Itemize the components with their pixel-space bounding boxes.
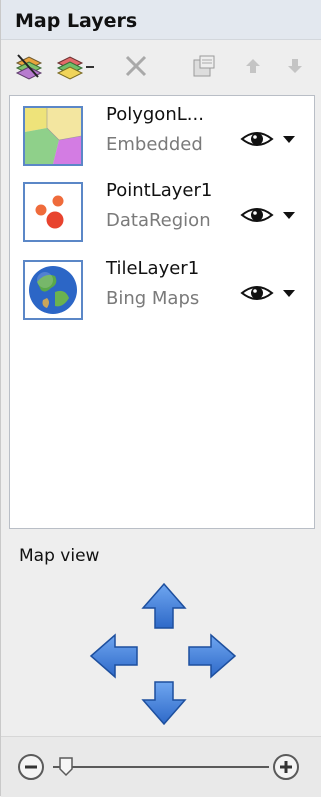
pan-right-arrow-icon[interactable] <box>188 633 237 679</box>
chevron-down-icon[interactable] <box>282 210 296 220</box>
eye-icon[interactable] <box>240 204 274 226</box>
layer-name: PolygonL... <box>106 104 204 125</box>
pan-up-arrow-icon[interactable] <box>141 582 187 629</box>
move-down-icon <box>288 59 302 73</box>
zoom-in-icon[interactable] <box>273 754 299 780</box>
chevron-down-icon[interactable] <box>282 134 296 144</box>
layers-toolbar <box>1 40 321 90</box>
eye-icon[interactable] <box>240 282 274 304</box>
zoom-slider-thumb[interactable] <box>59 757 73 777</box>
pan-controls <box>89 582 237 726</box>
pan-down-arrow-icon[interactable] <box>141 681 187 726</box>
layer-properties-icon <box>193 55 215 77</box>
layer-source: Embedded <box>106 134 203 155</box>
pan-left-arrow-icon[interactable] <box>89 633 138 679</box>
layer-item[interactable]: TileLayer1 Bing Maps <box>10 250 314 328</box>
tile-layer-thumbnail <box>23 260 83 320</box>
map-layers-panel: Map Layers PolygonL... Embedded PointLay… <box>0 0 321 797</box>
layer-source: Bing Maps <box>106 288 200 309</box>
zoom-bar <box>1 736 321 797</box>
layer-item[interactable]: PolygonL... Embedded <box>10 96 314 174</box>
layer-source: DataRegion <box>106 210 211 231</box>
zoom-out-icon[interactable] <box>18 754 44 780</box>
layers-list: PolygonL... Embedded PointLayer1 DataReg… <box>9 95 315 529</box>
layer-name: PointLayer1 <box>106 180 213 201</box>
panel-title: Map Layers <box>15 10 138 32</box>
add-layer-dropdown-icon <box>56 56 94 80</box>
add-layer-wizard-icon <box>15 54 43 80</box>
layer-properties-button[interactable] <box>187 50 221 82</box>
map-view-label: Map view <box>19 546 100 566</box>
point-layer-thumbnail <box>23 182 83 242</box>
layer-item[interactable]: PointLayer1 DataRegion <box>10 172 314 250</box>
layer-name: TileLayer1 <box>106 258 200 279</box>
move-layer-down-button[interactable] <box>281 50 309 82</box>
add-layer-button[interactable] <box>55 50 101 82</box>
add-layer-wizard-button[interactable] <box>11 50 45 82</box>
eye-icon[interactable] <box>240 128 274 150</box>
delete-layer-button[interactable] <box>119 50 153 82</box>
delete-x-icon <box>125 55 147 77</box>
polygon-layer-thumbnail <box>23 106 83 166</box>
chevron-down-icon[interactable] <box>282 288 296 298</box>
move-up-icon <box>246 59 260 73</box>
move-layer-up-button[interactable] <box>239 50 267 82</box>
panel-header: Map Layers <box>1 0 321 40</box>
